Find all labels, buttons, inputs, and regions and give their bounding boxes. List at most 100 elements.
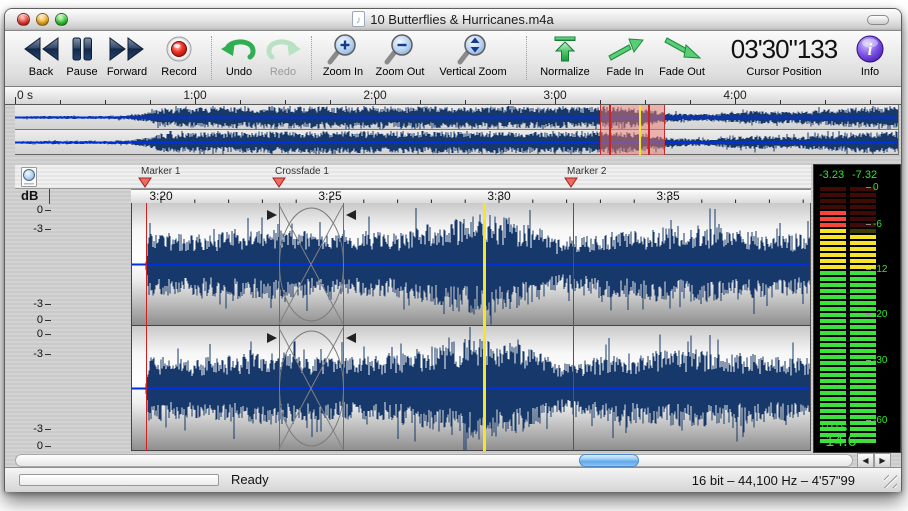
fade-in-button[interactable]: Fade In bbox=[599, 33, 651, 85]
meter-led-segment bbox=[850, 283, 876, 287]
zoom-in-icon bbox=[317, 33, 369, 65]
resize-grip[interactable] bbox=[884, 475, 897, 488]
meter-led-segment bbox=[850, 379, 876, 383]
toolbar-separator bbox=[311, 36, 312, 80]
zoom-out-icon bbox=[371, 33, 429, 65]
marker-triangle[interactable] bbox=[564, 177, 578, 188]
waveform-channel-right[interactable] bbox=[131, 326, 811, 451]
meter-led-segment bbox=[820, 325, 846, 329]
cursor-position-value: 03'30"133 bbox=[711, 33, 857, 65]
meter-led-segment bbox=[850, 241, 876, 245]
forward-button[interactable]: Forward bbox=[101, 33, 153, 85]
horizontal-scrollbar-thumb[interactable] bbox=[579, 454, 639, 467]
meter-led-segment bbox=[820, 337, 846, 341]
meter-led-segment bbox=[850, 235, 876, 239]
peak-value-left: -3.23 bbox=[819, 169, 844, 181]
meter-led-segment bbox=[820, 199, 846, 203]
meter-scale-tick bbox=[866, 187, 871, 188]
main-time-ruler[interactable] bbox=[131, 189, 811, 203]
meter-led-segment bbox=[820, 355, 846, 359]
meter-led-segment bbox=[820, 271, 846, 275]
fade-out-button[interactable]: Fade Out bbox=[653, 33, 711, 85]
overview-ruler[interactable] bbox=[5, 87, 901, 105]
meter-scale-tick bbox=[866, 224, 871, 225]
overview-ruler-label: 0 s bbox=[17, 88, 33, 102]
meter-led-segment bbox=[850, 433, 876, 437]
horizontal-scrollbar-track[interactable] bbox=[15, 454, 853, 467]
meter-led-segment bbox=[820, 421, 846, 425]
meter-led-segment bbox=[850, 385, 876, 389]
vertical-zoom-icon bbox=[429, 33, 517, 65]
cursor-position-label: Cursor Position bbox=[711, 66, 857, 78]
zoom-in-button[interactable]: Zoom In bbox=[317, 33, 369, 85]
track-file-icon[interactable] bbox=[21, 167, 37, 187]
meter-scale-label: -6 bbox=[873, 219, 882, 230]
toolbar-toggle-button[interactable] bbox=[867, 15, 889, 25]
meter-led-segment bbox=[820, 439, 846, 443]
window-title: ♪10 Butterflies & Hurricanes.m4a bbox=[5, 9, 901, 31]
meter-led-segment bbox=[820, 349, 846, 353]
meter-led-segment bbox=[850, 367, 876, 371]
progress-bar bbox=[19, 474, 219, 486]
meter-led-segment bbox=[820, 283, 846, 287]
undo-button[interactable]: Undo bbox=[217, 33, 261, 85]
meter-led-segment bbox=[850, 439, 876, 443]
meter-scale-label: -20 bbox=[873, 309, 887, 320]
db-axis-label: -3 bbox=[17, 348, 43, 360]
info-button[interactable]: i Info bbox=[851, 33, 889, 85]
fade-out-icon bbox=[653, 33, 711, 65]
toolbar-separator bbox=[211, 36, 212, 80]
meter-led-segment bbox=[820, 301, 846, 305]
audio-file-icon: ♪ bbox=[352, 11, 365, 27]
info-icon: i bbox=[851, 33, 889, 65]
db-axis-unit: dB bbox=[21, 188, 38, 203]
marker-triangle[interactable] bbox=[272, 177, 286, 188]
meter-led-segment bbox=[820, 361, 846, 365]
db-axis-label: 0 bbox=[17, 328, 43, 340]
meter-led-segment bbox=[850, 403, 876, 407]
meter-led-segment bbox=[850, 289, 876, 293]
app-window: ♪10 Butterflies & Hurricanes.m4a Back Pa… bbox=[4, 8, 902, 492]
crossfade-overlay[interactable] bbox=[132, 326, 811, 451]
pause-button[interactable]: Pause bbox=[63, 33, 101, 85]
pause-icon bbox=[63, 33, 101, 65]
meter-led-segment bbox=[820, 211, 846, 215]
db-axis-label: 0 bbox=[17, 440, 43, 452]
meter-led-segment bbox=[820, 319, 846, 323]
db-axis-tick bbox=[45, 210, 51, 211]
meter-led-segment bbox=[820, 241, 846, 245]
meter-led-segment bbox=[850, 349, 876, 353]
meter-led-segment bbox=[850, 325, 876, 329]
title-bar[interactable]: ♪10 Butterflies & Hurricanes.m4a bbox=[5, 9, 901, 31]
db-axis-label: -3 bbox=[17, 423, 43, 435]
meter-led-segment bbox=[850, 427, 876, 431]
db-axis-tick bbox=[45, 429, 51, 430]
db-axis-divider bbox=[49, 189, 50, 204]
overview-waveform-left[interactable] bbox=[15, 105, 899, 130]
fade-in-icon bbox=[599, 33, 651, 65]
zoom-out-button[interactable]: Zoom Out bbox=[371, 33, 429, 85]
scroll-right-arrow[interactable]: ▶ bbox=[874, 453, 891, 468]
back-button[interactable]: Back bbox=[19, 33, 63, 85]
scroll-left-arrow[interactable]: ◀ bbox=[857, 453, 874, 468]
crossfade-overlay[interactable] bbox=[132, 203, 811, 326]
overview-wave-right bbox=[15, 130, 899, 155]
normalize-button[interactable]: Normalize bbox=[533, 33, 597, 85]
db-axis-tick bbox=[45, 446, 51, 447]
waveform-channel-left[interactable] bbox=[131, 203, 811, 326]
record-button[interactable]: Record bbox=[153, 33, 205, 85]
marker-label: Marker 1 bbox=[141, 166, 180, 177]
redo-button[interactable]: Redo bbox=[261, 33, 305, 85]
overview-waveform-right[interactable] bbox=[15, 130, 899, 155]
db-axis-tick bbox=[45, 354, 51, 355]
overview-ruler-label: 2:00 bbox=[363, 88, 386, 102]
status-text: Ready bbox=[231, 472, 269, 487]
marker-bar[interactable] bbox=[15, 165, 811, 189]
meter-led-segment bbox=[820, 289, 846, 293]
db-axis-tick bbox=[45, 304, 51, 305]
vertical-zoom-button[interactable]: Vertical Zoom bbox=[429, 33, 517, 85]
format-info: 16 bit – 44,100 Hz – 4'57"99 bbox=[692, 473, 855, 488]
marker-triangle[interactable] bbox=[138, 177, 152, 188]
meter-led-segment bbox=[820, 277, 846, 281]
db-axis-tick bbox=[45, 320, 51, 321]
